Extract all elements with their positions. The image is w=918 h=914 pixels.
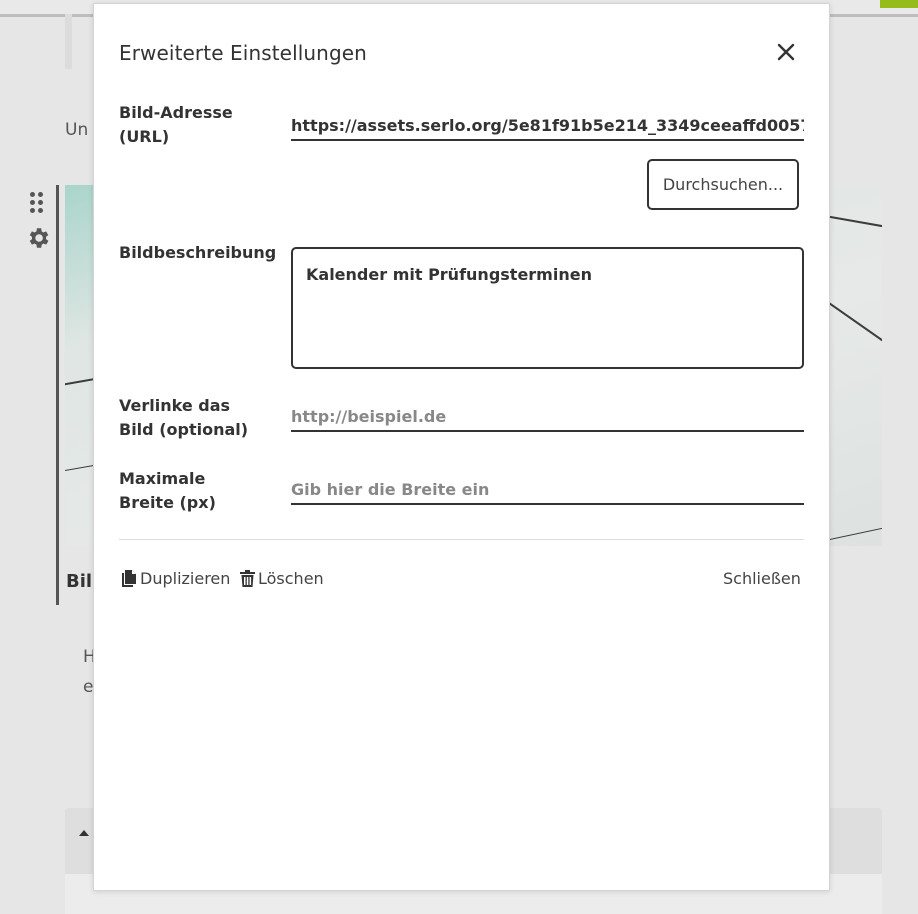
delete-button[interactable]: Löschen: [240, 569, 324, 588]
width-label: Maximale Breite (px): [119, 469, 216, 512]
gear-icon[interactable]: [25, 225, 51, 251]
description-label: Bildbeschreibung: [119, 243, 277, 262]
link-label: Verlinke das Bild (optional): [119, 396, 249, 439]
caret-up-icon: [79, 830, 89, 836]
copy-icon: [121, 570, 137, 587]
duplicate-label: Duplizieren: [140, 569, 231, 588]
width-input[interactable]: [291, 475, 804, 505]
delete-label: Löschen: [258, 569, 324, 588]
settings-modal: Erweiterte Einstellungen Bild-Adresse (U…: [93, 3, 830, 891]
url-label: Bild-Adresse (URL): [119, 103, 233, 146]
background-divider: [65, 14, 72, 69]
trash-icon: [240, 570, 255, 587]
close-button[interactable]: Schließen: [723, 569, 801, 588]
modal-title: Erweiterte Einstellungen: [119, 41, 367, 65]
background-accent-bar: [880, 0, 918, 8]
background-text-fragment: Un: [65, 120, 89, 140]
link-input[interactable]: [291, 402, 804, 432]
close-icon[interactable]: [772, 38, 800, 66]
background-caption-fragment: Bil: [66, 571, 93, 592]
browse-button[interactable]: Durchsuchen...: [647, 159, 799, 210]
url-input[interactable]: [291, 111, 804, 141]
duplicate-button[interactable]: Duplizieren: [121, 569, 230, 588]
footer-divider: [119, 539, 804, 540]
background-selection-line: [56, 185, 59, 605]
drag-handle-icon[interactable]: [28, 190, 46, 214]
description-textarea[interactable]: Kalender mit Prüfungsterminen: [291, 247, 804, 369]
